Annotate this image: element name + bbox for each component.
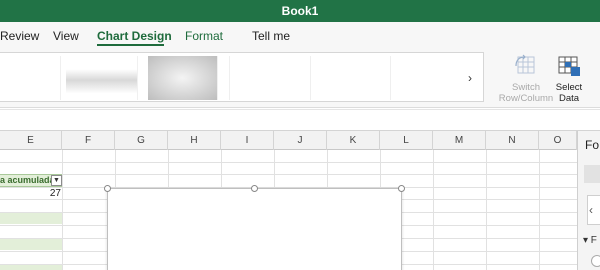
pane-tab-bar[interactable] xyxy=(584,165,600,183)
switch-row-column-label-line1: Switch xyxy=(512,82,540,93)
column-gridline xyxy=(486,150,487,270)
excel-window: Book1 Review View Chart Design Format Te… xyxy=(0,0,600,270)
column-header-f[interactable]: F xyxy=(62,131,115,150)
column-header-j[interactable]: J xyxy=(274,131,327,150)
column-header-k[interactable]: K xyxy=(327,131,380,150)
switch-row-column-label-line2: Row/Column xyxy=(498,93,554,104)
pane-back-button[interactable]: ‹ xyxy=(587,195,600,225)
column-header-g[interactable]: G xyxy=(115,131,168,150)
table-band-row xyxy=(0,212,62,224)
select-data-label-line2: Data xyxy=(558,93,580,104)
tab-chart-design[interactable]: Chart Design xyxy=(97,29,172,43)
column-header-e[interactable]: E xyxy=(0,131,62,150)
format-pane-title: Fo xyxy=(585,138,600,152)
column-header-i[interactable]: I xyxy=(221,131,274,150)
title-bar: Book1 xyxy=(0,0,600,22)
pane-radio-button[interactable] xyxy=(591,255,600,267)
gallery-divider xyxy=(229,56,230,100)
column-gridline xyxy=(539,150,540,270)
column-gridline xyxy=(433,150,434,270)
column-header-m[interactable]: M xyxy=(433,131,486,150)
select-data-icon xyxy=(558,56,580,76)
row-gridline xyxy=(0,162,577,163)
table-band-row xyxy=(0,238,62,250)
chart-style-thumbnail[interactable] xyxy=(148,56,218,100)
column-header-o[interactable]: O xyxy=(539,131,577,150)
chart-styles-gallery: › xyxy=(0,52,484,102)
gallery-divider xyxy=(310,56,311,100)
tell-me-search[interactable]: Tell me xyxy=(252,29,290,43)
format-pane: Fo ‹ ▾ F xyxy=(577,131,600,270)
window-title: Book1 xyxy=(281,4,319,18)
tab-view[interactable]: View xyxy=(53,29,79,43)
tab-format[interactable]: Format xyxy=(185,29,223,43)
cell-value[interactable]: 27 xyxy=(0,188,61,199)
embedded-chart[interactable] xyxy=(107,188,402,270)
active-tab-indicator xyxy=(97,44,164,46)
switch-row-column-icon xyxy=(515,54,535,74)
column-headers: E F G H I J K L M N O xyxy=(0,131,577,150)
table-header-label: a acumulada xyxy=(0,175,55,185)
gallery-divider xyxy=(390,56,391,100)
filter-dropdown-button[interactable]: ▼ xyxy=(51,175,62,186)
chart-resize-handle[interactable] xyxy=(398,185,405,192)
row-gridline xyxy=(0,174,577,175)
column-header-l[interactable]: L xyxy=(380,131,433,150)
select-data-button[interactable]: Select Data xyxy=(553,54,585,104)
pane-section-header[interactable]: ▾ F xyxy=(583,235,597,246)
formula-bar[interactable] xyxy=(0,109,600,131)
select-data-label-line1: Select xyxy=(555,82,583,93)
ribbon-tabs: Review View Chart Design Format Tell me xyxy=(0,22,600,66)
column-header-h[interactable]: H xyxy=(168,131,221,150)
ribbon: › Switch Row/Column Select Data xyxy=(0,48,600,108)
column-gridline xyxy=(62,150,63,270)
switch-row-column-button[interactable]: Switch Row/Column xyxy=(498,54,554,104)
chart-resize-handle[interactable] xyxy=(104,185,111,192)
chart-resize-handle[interactable] xyxy=(251,185,258,192)
column-header-n[interactable]: N xyxy=(486,131,539,150)
gallery-next-button[interactable]: › xyxy=(468,71,472,85)
tab-review[interactable]: Review xyxy=(0,29,39,43)
gallery-divider xyxy=(60,56,61,100)
chart-style-thumbnail[interactable] xyxy=(66,56,138,100)
